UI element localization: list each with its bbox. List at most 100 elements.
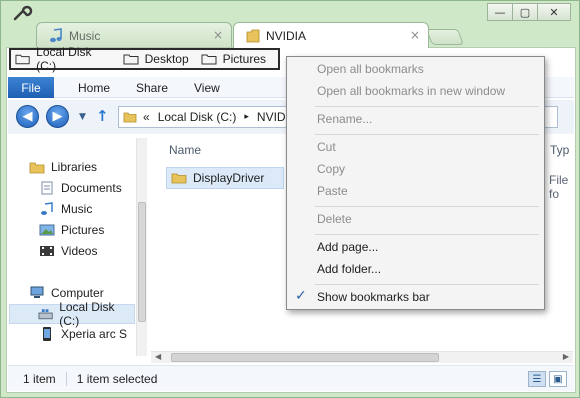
column-header-type[interactable]: Typ — [550, 143, 569, 157]
browser-window: — ▢ ✕ Music × NVIDIA × Local Disk (C:) D… — [0, 0, 580, 398]
menu-item-copy[interactable]: Copy — [317, 162, 345, 176]
videos-icon — [40, 246, 54, 256]
folder-icon — [171, 173, 187, 184]
menu-separator — [315, 284, 539, 285]
nav-item-label: Videos — [61, 244, 98, 258]
scrollbar-thumb[interactable] — [138, 202, 146, 322]
phone-icon — [43, 327, 51, 341]
forward-button[interactable]: ▶ — [46, 105, 69, 128]
menu-item-add-folder[interactable]: Add folder... — [317, 262, 381, 276]
nav-item-computer[interactable]: Computer — [29, 286, 104, 300]
nav-item-documents[interactable]: Documents — [39, 181, 122, 195]
nav-item-label: Local Disk (C:) — [59, 300, 115, 328]
address-overflow-chevron[interactable]: « — [143, 110, 150, 124]
wrench-icon[interactable] — [11, 4, 33, 22]
file-list-horizontal-scrollbar[interactable]: ◀ ▶ — [151, 351, 573, 363]
nav-item-music[interactable]: Music — [39, 202, 92, 216]
menu-item-add-page[interactable]: Add page... — [317, 240, 378, 254]
menu-separator — [315, 134, 539, 135]
music-icon — [41, 202, 53, 215]
nav-item-label: Computer — [51, 286, 104, 300]
navigation-pane-scrollbar[interactable] — [136, 138, 147, 356]
details-view-button[interactable]: ☰ — [528, 371, 546, 387]
bookmark-label: Pictures — [222, 52, 266, 66]
ribbon-tab-view[interactable]: View — [194, 81, 220, 95]
folder-icon — [15, 54, 30, 65]
ribbon-file-tab[interactable]: File — [8, 77, 54, 98]
bookmark-context-menu: Open all bookmarks Open all bookmarks in… — [286, 56, 545, 310]
status-item-count: 1 item — [23, 371, 56, 386]
documents-icon — [41, 181, 53, 195]
up-arrow-icon[interactable]: ↑ — [96, 107, 109, 125]
folder-icon — [246, 29, 260, 42]
scrollbar-thumb[interactable] — [171, 353, 439, 362]
folder-icon — [123, 112, 137, 123]
menu-separator — [315, 234, 539, 235]
nav-item-pictures[interactable]: Pictures — [39, 223, 104, 237]
large-icons-view-button[interactable]: ▣ — [549, 371, 567, 387]
scroll-left-icon[interactable]: ◀ — [155, 352, 161, 361]
column-header-name[interactable]: Name — [169, 143, 201, 157]
large-icons-view-icon: ▣ — [553, 373, 563, 385]
libraries-icon — [29, 162, 45, 174]
menu-item-rename[interactable]: Rename... — [317, 112, 372, 126]
menu-item-paste[interactable]: Paste — [317, 184, 348, 198]
bookmark-label: Local Disk (C:) — [36, 45, 92, 73]
nav-item-local-disk[interactable]: Local Disk (C:) — [9, 300, 135, 328]
menu-item-open-all-new-window[interactable]: Open all bookmarks in new window — [317, 84, 505, 98]
disk-icon — [38, 309, 53, 320]
menu-item-cut[interactable]: Cut — [317, 140, 336, 154]
nav-item-label: Music — [61, 202, 93, 216]
scroll-right-icon[interactable]: ▶ — [563, 352, 569, 361]
nav-item-label: Xperia arc S — [61, 327, 128, 341]
menu-separator — [315, 206, 539, 207]
history-dropdown-icon[interactable]: ▼ — [79, 112, 86, 122]
ribbon-tab-share[interactable]: Share — [136, 81, 168, 95]
status-separator — [65, 371, 67, 386]
status-selection: 1 item selected — [76, 371, 158, 386]
file-name: DisplayDriver — [193, 171, 265, 185]
bookmark-label: Desktop — [144, 52, 189, 66]
menu-item-delete[interactable]: Delete — [317, 212, 352, 226]
menu-separator — [315, 106, 539, 107]
tab-label: Music — [69, 28, 101, 43]
arrow-left-icon: ◀ — [22, 109, 33, 124]
folder-icon — [201, 54, 217, 65]
ribbon-tab-home[interactable]: Home — [78, 81, 110, 95]
bookmark-desktop[interactable]: Desktop — [123, 52, 189, 66]
nav-item-label: Documents — [61, 181, 122, 195]
address-segment[interactable]: Local Disk (C:) — [158, 110, 237, 124]
nav-item-xperia[interactable]: Xperia arc S — [39, 327, 127, 341]
menu-item-show-bookmarks-bar[interactable]: Show bookmarks bar — [317, 290, 430, 304]
address-separator-icon[interactable]: ▸ — [244, 112, 249, 122]
status-bar: 1 item 1 item selected ☰ ▣ — [8, 365, 574, 391]
bookmarks-bar: Local Disk (C:) Desktop Pictures — [9, 45, 280, 73]
bookmark-pictures[interactable]: Pictures — [201, 52, 266, 66]
folder-icon — [123, 54, 139, 65]
tab-nvidia[interactable]: NVIDIA × — [233, 22, 429, 48]
new-tab-button[interactable] — [426, 29, 464, 45]
arrow-right-icon: ▶ — [52, 109, 63, 124]
nav-item-label: Libraries — [51, 160, 98, 174]
tab-close-icon[interactable]: × — [410, 28, 420, 42]
nav-item-libraries[interactable]: Libraries — [29, 160, 97, 174]
file-row[interactable]: DisplayDriver — [166, 167, 284, 189]
address-segment[interactable]: NVIDI — [257, 110, 289, 124]
close-window-button[interactable]: ✕ — [537, 3, 571, 21]
details-view-icon: ☰ — [532, 373, 542, 385]
restore-button[interactable]: ▢ — [512, 3, 538, 21]
window-controls: — ▢ ✕ — [487, 3, 571, 21]
menu-item-open-all-bookmarks[interactable]: Open all bookmarks — [317, 62, 424, 76]
computer-icon — [30, 286, 44, 298]
checkmark-icon: ✓ — [295, 288, 307, 304]
music-note-icon — [50, 27, 62, 42]
back-button[interactable]: ◀ — [16, 105, 39, 128]
tab-label: NVIDIA — [266, 28, 307, 43]
file-type: File fo — [549, 173, 569, 201]
tab-close-icon[interactable]: × — [213, 28, 223, 42]
nav-item-videos[interactable]: Videos — [39, 244, 97, 258]
pictures-icon — [39, 224, 55, 236]
minimize-button[interactable]: — — [487, 3, 513, 21]
bookmark-local-disk[interactable]: Local Disk (C:) — [15, 45, 111, 73]
nav-item-label: Pictures — [61, 223, 105, 237]
